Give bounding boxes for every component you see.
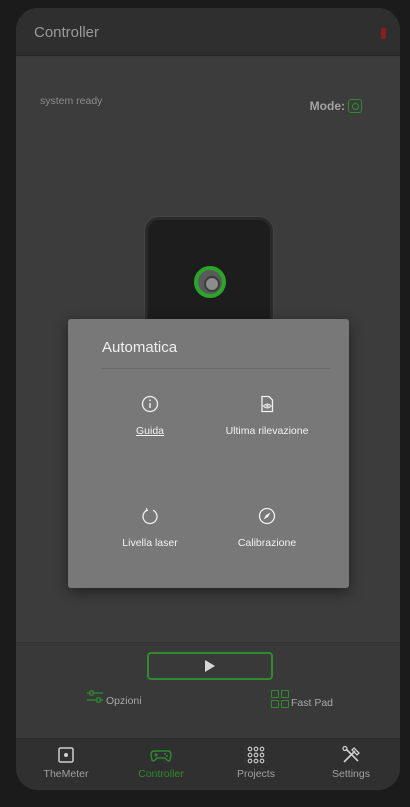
play-icon <box>205 660 215 672</box>
fast-pad-button[interactable]: Fast Pad <box>271 690 334 712</box>
nav-themeter[interactable]: TheMeter <box>18 745 114 780</box>
opzioni-button[interactable]: Opzioni <box>86 690 142 708</box>
app-bar: Controller <box>16 8 400 56</box>
option-calibrazione[interactable]: Calibrazione <box>207 507 327 551</box>
info-icon <box>141 395 159 413</box>
alert-indicator <box>381 28 386 39</box>
compass-icon <box>258 507 276 525</box>
mode-icon <box>348 99 362 113</box>
control-panel: Opzioni Fast Pad <box>16 642 400 738</box>
option-guida[interactable]: Guida <box>90 395 210 439</box>
mode-indicator[interactable]: Mode: <box>310 99 362 113</box>
device-button-ring <box>194 266 226 298</box>
mode-label: Mode: <box>309 99 345 113</box>
option-guida-label: Guida <box>135 425 165 437</box>
nav-controller[interactable]: Controller <box>113 745 209 780</box>
refresh-icon <box>142 507 158 525</box>
sliders-icon <box>87 690 103 703</box>
device-icon <box>58 747 74 763</box>
option-calibrazione-label: Calibrazione <box>237 537 297 549</box>
nav-settings[interactable]: Settings <box>303 745 399 780</box>
grid-icon <box>271 690 289 708</box>
fast-pad-label: Fast Pad <box>291 697 334 709</box>
dialog-divider <box>101 368 330 369</box>
nav-projects-label: Projects <box>237 768 275 780</box>
page-title: Controller <box>34 24 100 41</box>
play-button[interactable] <box>147 652 273 680</box>
bottom-navigation: TheMeter Controller Projects Settings <box>16 738 400 790</box>
option-ultima-rilevazione[interactable]: Ultima rilevazione <box>207 395 327 439</box>
option-livella-laser-label: Livella laser <box>122 537 178 549</box>
option-livella-laser[interactable]: Livella laser <box>90 507 210 551</box>
status-text: system ready <box>40 95 103 107</box>
opzioni-label: Opzioni <box>106 695 142 707</box>
option-ultima-rilevazione-label: Ultima rilevazione <box>225 425 309 437</box>
document-eye-icon <box>261 395 274 413</box>
gamepad-icon <box>150 750 172 762</box>
nav-settings-label: Settings <box>332 768 370 780</box>
nav-controller-label: Controller <box>138 768 184 780</box>
dialog-title: Automatica <box>102 339 178 356</box>
nav-projects[interactable]: Projects <box>208 745 304 780</box>
tools-icon <box>342 745 360 763</box>
dots-grid-icon <box>247 746 265 764</box>
nav-themeter-label: TheMeter <box>43 768 89 780</box>
automatica-dialog: Automatica Guida Ultima rilevazione Live… <box>68 319 349 588</box>
phone-screen: Controller system ready Mode: Automatica… <box>16 8 400 790</box>
